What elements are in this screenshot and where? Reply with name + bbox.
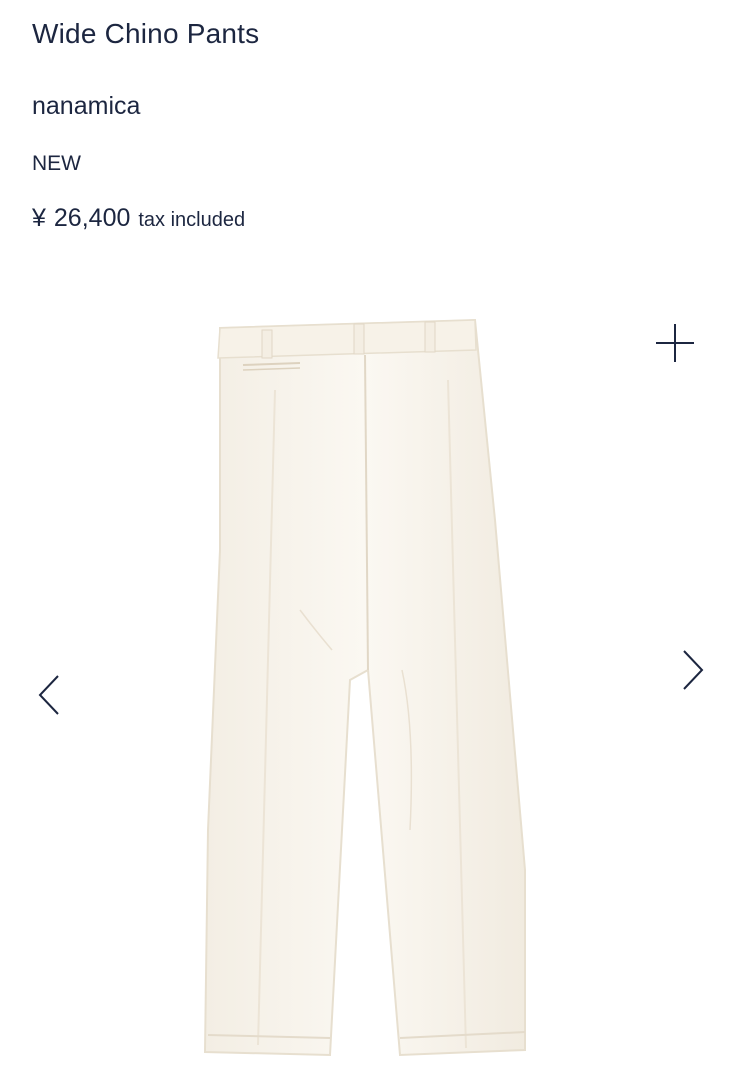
product-image <box>180 310 560 1070</box>
tax-note: tax included <box>138 209 246 231</box>
currency-symbol: ¥ <box>32 204 46 232</box>
brand-name[interactable]: nanamica <box>32 92 140 121</box>
product-title: Wide Chino Pants <box>32 18 260 49</box>
next-image-button[interactable] <box>672 645 712 695</box>
price-amount: 26,400 <box>53 204 131 232</box>
chevron-left-icon <box>38 675 59 715</box>
chevron-right-icon <box>683 650 704 690</box>
plus-icon <box>656 324 694 362</box>
price-row: ¥ 26,400 tax included <box>32 204 245 233</box>
previous-image-button[interactable] <box>30 670 70 720</box>
item-condition: NEW <box>32 152 81 175</box>
zoom-button[interactable] <box>652 320 698 366</box>
